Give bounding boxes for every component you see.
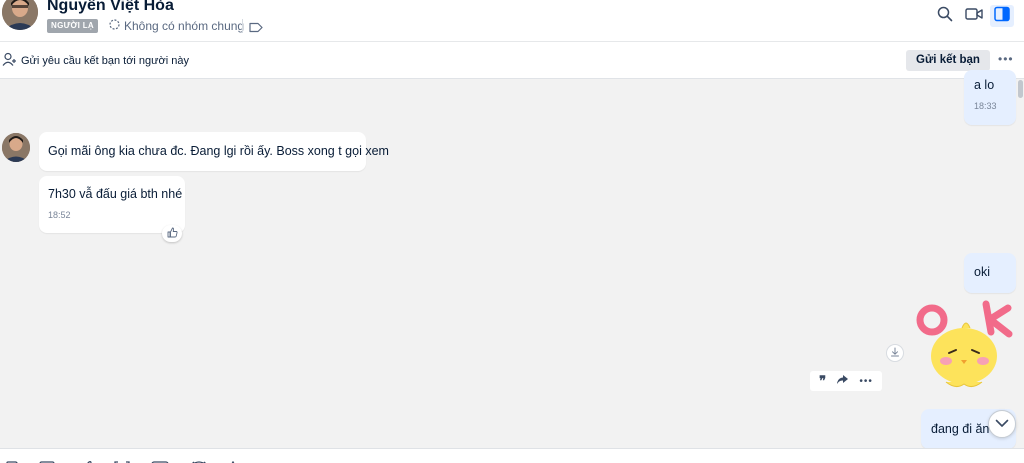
sticker-icon[interactable] [6, 456, 20, 463]
message-time: 18:52 [48, 210, 71, 220]
video-call-button[interactable] [962, 5, 986, 27]
friend-request-text: Gửi yêu cầu kết bạn tới người này [21, 55, 189, 67]
message-time: 18:33 [974, 101, 997, 111]
forward-icon[interactable] [836, 372, 849, 390]
screenshot-icon[interactable] [114, 456, 130, 463]
message-actions: ❞ ••• [810, 371, 882, 391]
header-divider [242, 19, 243, 33]
friend-request-bar: Gửi yêu cầu kết bạn tới người này Gửi kế… [0, 42, 1024, 79]
group-icon [108, 18, 121, 34]
contact-name[interactable]: Nguyễn Việt Hòa [47, 0, 174, 15]
scroll-to-bottom-button[interactable] [988, 410, 1016, 438]
sidebar-toggle-button[interactable] [990, 5, 1014, 27]
chat-scroll-thumb[interactable] [1018, 80, 1023, 98]
composer-toolbar [0, 448, 1024, 463]
message-text: oki [974, 265, 990, 279]
sidebar-toggle-icon [994, 6, 1010, 27]
common-groups[interactable]: Không có nhóm chung [108, 18, 244, 34]
card-icon[interactable] [151, 456, 169, 463]
chat-scrollbar[interactable] [1016, 80, 1024, 448]
contact-avatar[interactable] [2, 0, 38, 30]
more-actions-icon[interactable]: ••• [859, 376, 873, 387]
thumbs-up-icon [167, 225, 178, 243]
send-friend-request-button[interactable]: Gửi kết bạn [906, 50, 990, 71]
download-icon [890, 344, 900, 362]
message-outgoing[interactable]: oki [964, 253, 1016, 293]
common-groups-label: Không có nhóm chung [124, 19, 245, 33]
message-outgoing[interactable]: a lo 18:33 [964, 70, 1016, 125]
format-text-icon[interactable] [228, 456, 238, 463]
message-incoming[interactable]: Gọi mãi ông kia chưa đc. Đang lgi rồi ấy… [39, 132, 389, 171]
sender-avatar[interactable] [2, 133, 30, 162]
quote-icon[interactable]: ❞ [819, 375, 826, 388]
chevron-down-icon [995, 415, 1009, 433]
ok-chick-sticker[interactable] [916, 298, 1016, 394]
attach-icon[interactable] [80, 456, 92, 463]
download-button[interactable] [886, 344, 904, 362]
more-options-icon[interactable]: ••• [998, 52, 1014, 66]
message-incoming[interactable]: 7h30 vẫ đấu giá bth nhé 18:52 [39, 176, 185, 233]
add-friend-icon [2, 52, 17, 72]
video-call-icon [965, 7, 983, 26]
message-text: 7h30 vẫ đấu giá bth nhé [48, 187, 183, 201]
search-button[interactable] [933, 5, 957, 27]
reminder-icon[interactable] [190, 456, 208, 463]
chat-header: Nguyễn Việt Hòa NGƯỜI LẠ Không có nhóm c… [0, 0, 1024, 42]
stranger-badge: NGƯỜI LẠ [47, 19, 98, 33]
react-like-button[interactable] [162, 225, 182, 242]
search-icon [937, 6, 953, 27]
image-icon[interactable] [39, 456, 55, 463]
tag-icon[interactable] [249, 20, 263, 38]
message-text: Gọi mãi ông kia chưa đc. Đang lgi rồi ấy… [48, 144, 389, 158]
message-text: a lo [974, 78, 995, 92]
